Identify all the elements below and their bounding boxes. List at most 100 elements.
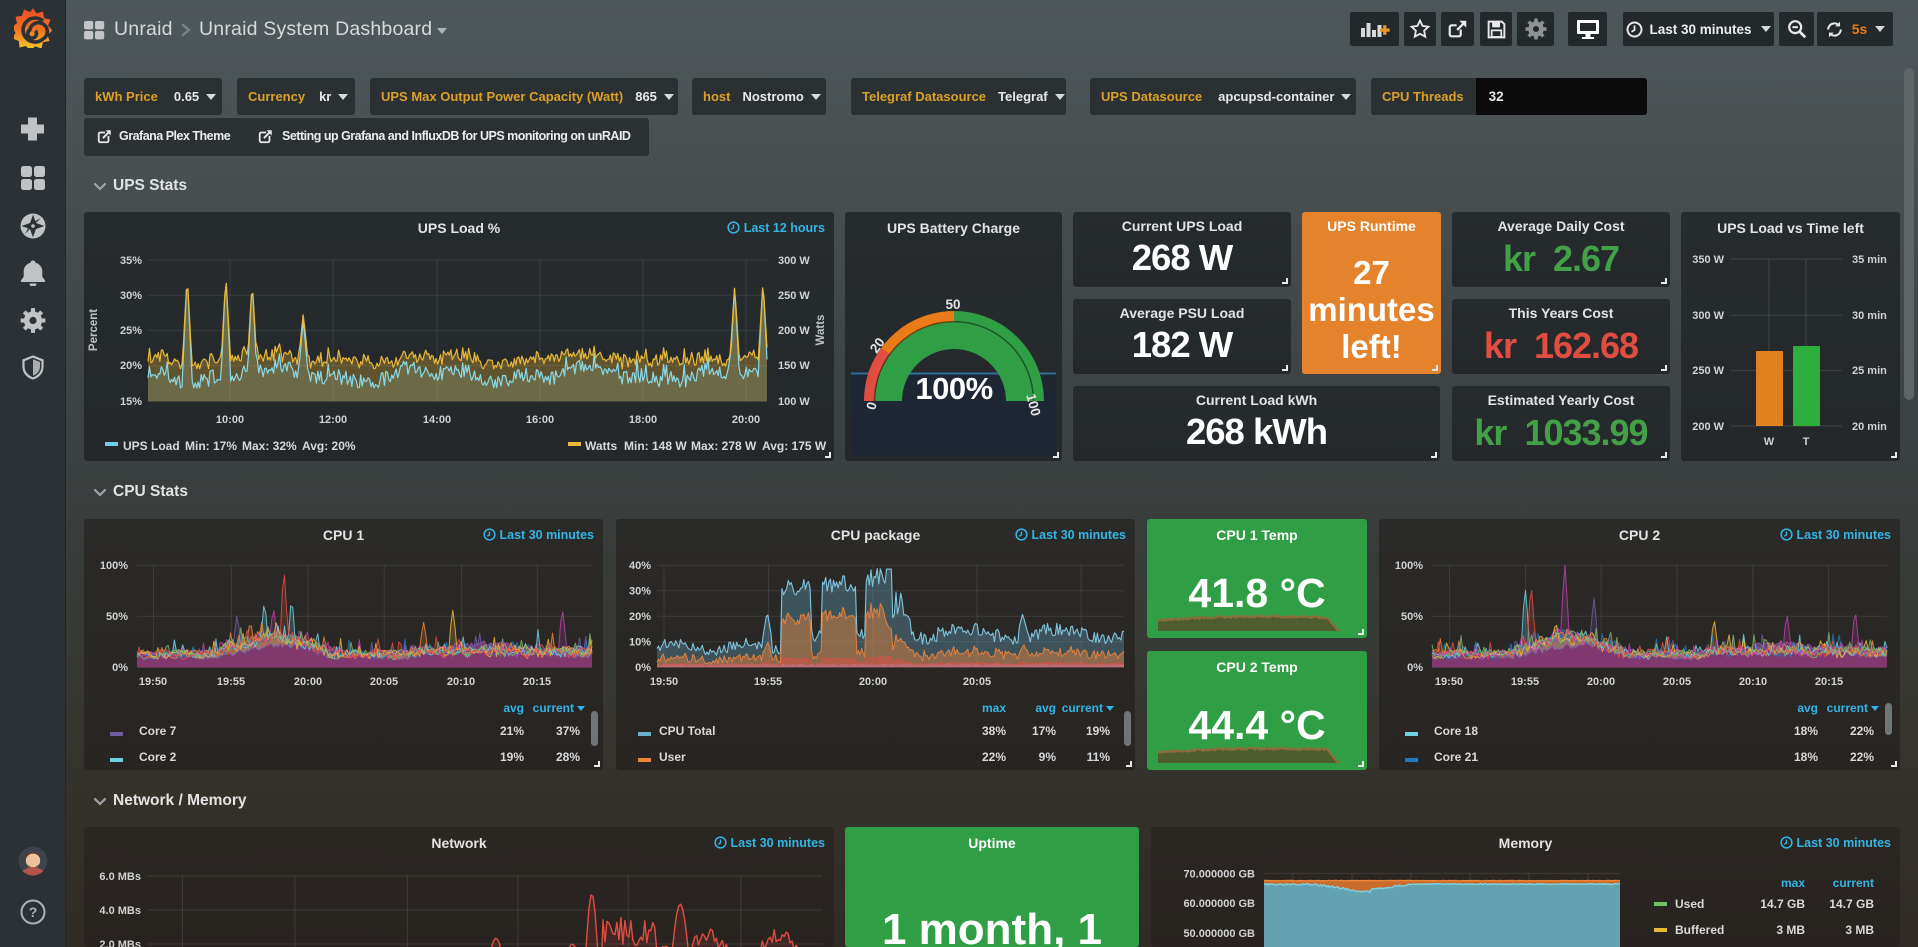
svg-text:20%: 20% xyxy=(629,611,651,623)
svg-text:UPS Load: UPS Load xyxy=(123,439,180,453)
svg-text:max: max xyxy=(1781,876,1805,890)
svg-text:25%: 25% xyxy=(120,325,142,337)
svg-text:60.000000 GB: 60.000000 GB xyxy=(1183,898,1255,910)
svg-text:Core 2: Core 2 xyxy=(139,750,177,764)
svg-text:19%: 19% xyxy=(500,750,524,764)
svg-text:35%: 35% xyxy=(120,255,142,267)
svg-text:16:00: 16:00 xyxy=(526,414,554,426)
svg-text:max: max xyxy=(982,701,1006,715)
svg-text:15%: 15% xyxy=(120,396,142,408)
svg-text:38%: 38% xyxy=(982,724,1006,738)
svg-text:20:15: 20:15 xyxy=(1815,676,1843,688)
svg-text:70.000000 GB: 70.000000 GB xyxy=(1183,869,1255,881)
svg-text:W: W xyxy=(1764,436,1775,448)
svg-text:30 min: 30 min xyxy=(1852,310,1887,322)
svg-text:14:00: 14:00 xyxy=(423,414,451,426)
svg-text:40%: 40% xyxy=(629,560,651,572)
svg-text:20:00: 20:00 xyxy=(859,676,887,688)
svg-text:50.000000 GB: 50.000000 GB xyxy=(1183,928,1255,940)
svg-text:50%: 50% xyxy=(1401,611,1423,623)
svg-text:avg: avg xyxy=(1797,701,1818,715)
svg-text:22%: 22% xyxy=(982,750,1006,764)
svg-text:10%: 10% xyxy=(629,637,651,649)
svg-text:200 W: 200 W xyxy=(1692,421,1724,433)
svg-text:19:50: 19:50 xyxy=(139,676,167,688)
svg-text:37%: 37% xyxy=(556,724,580,738)
svg-text:20:15: 20:15 xyxy=(523,676,551,688)
svg-text:14.7 GB: 14.7 GB xyxy=(1829,897,1874,911)
svg-text:Watts: Watts xyxy=(815,315,827,346)
svg-text:Max: 278 W: Max: 278 W xyxy=(691,439,757,453)
svg-text:100%: 100% xyxy=(915,371,992,406)
svg-text:19:50: 19:50 xyxy=(650,676,678,688)
svg-text:Core 21: Core 21 xyxy=(1434,750,1478,764)
svg-text:3 MB: 3 MB xyxy=(1776,923,1805,937)
svg-text:12:00: 12:00 xyxy=(319,414,347,426)
svg-text:25 min: 25 min xyxy=(1852,365,1887,377)
svg-text:11%: 11% xyxy=(1087,750,1111,764)
svg-text:Used: Used xyxy=(1675,897,1704,911)
svg-text:20:00: 20:00 xyxy=(732,414,760,426)
svg-text:17%: 17% xyxy=(1032,724,1056,738)
svg-text:Core 18: Core 18 xyxy=(1434,724,1478,738)
svg-text:10:00: 10:00 xyxy=(216,414,244,426)
svg-text:current: current xyxy=(1062,701,1103,715)
svg-text:300 W: 300 W xyxy=(778,255,810,267)
svg-text:Min: 17%: Min: 17% xyxy=(185,439,237,453)
svg-text:19:55: 19:55 xyxy=(754,676,782,688)
svg-text:22%: 22% xyxy=(1850,724,1874,738)
svg-text:28%: 28% xyxy=(556,750,580,764)
svg-text:18%: 18% xyxy=(1794,750,1818,764)
svg-text:250 W: 250 W xyxy=(1692,365,1724,377)
svg-text:Watts: Watts xyxy=(585,439,618,453)
svg-text:20:10: 20:10 xyxy=(1739,676,1767,688)
svg-text:4.0 MBs: 4.0 MBs xyxy=(99,905,141,917)
svg-text:18%: 18% xyxy=(1794,724,1818,738)
svg-text:Avg: 20%: Avg: 20% xyxy=(302,439,356,453)
svg-text:21%: 21% xyxy=(500,724,524,738)
svg-text:Avg: 175 W: Avg: 175 W xyxy=(762,439,827,453)
svg-text:20:05: 20:05 xyxy=(370,676,398,688)
svg-text:19:55: 19:55 xyxy=(217,676,245,688)
svg-text:20%: 20% xyxy=(120,360,142,372)
svg-text:35 min: 35 min xyxy=(1852,254,1887,266)
svg-text:50: 50 xyxy=(945,297,960,312)
svg-text:300 W: 300 W xyxy=(1692,310,1724,322)
svg-text:19%: 19% xyxy=(1086,724,1110,738)
svg-text:350 W: 350 W xyxy=(1692,254,1724,266)
svg-text:6.0 MBs: 6.0 MBs xyxy=(99,871,141,883)
svg-text:3 MB: 3 MB xyxy=(1845,923,1874,937)
svg-text:20 min: 20 min xyxy=(1852,421,1887,433)
svg-text:19:50: 19:50 xyxy=(1435,676,1463,688)
svg-text:200 W: 200 W xyxy=(778,325,810,337)
svg-text:19:55: 19:55 xyxy=(1511,676,1539,688)
svg-text:current: current xyxy=(533,701,574,715)
svg-text:20:05: 20:05 xyxy=(1663,676,1691,688)
svg-text:100%: 100% xyxy=(1395,560,1423,572)
svg-text:30%: 30% xyxy=(120,290,142,302)
svg-text:30%: 30% xyxy=(629,586,651,598)
svg-text:0%: 0% xyxy=(1407,662,1423,674)
svg-text:Core 7: Core 7 xyxy=(139,724,177,738)
svg-text:100 W: 100 W xyxy=(778,396,810,408)
svg-text:Min: 148 W: Min: 148 W xyxy=(624,439,687,453)
svg-text:20:10: 20:10 xyxy=(447,676,475,688)
svg-text:avg: avg xyxy=(503,701,524,715)
svg-text:Buffered: Buffered xyxy=(1675,923,1724,937)
svg-text:User: User xyxy=(659,750,686,764)
svg-text:Max: 32%: Max: 32% xyxy=(242,439,297,453)
svg-text:current: current xyxy=(1833,876,1874,890)
svg-text:18:00: 18:00 xyxy=(629,414,657,426)
svg-text:0%: 0% xyxy=(112,662,128,674)
svg-text:9%: 9% xyxy=(1039,750,1057,764)
svg-text:20:00: 20:00 xyxy=(1587,676,1615,688)
svg-text:CPU Total: CPU Total xyxy=(659,724,715,738)
svg-text:current: current xyxy=(1827,701,1868,715)
svg-text:20:00: 20:00 xyxy=(294,676,322,688)
svg-text:20:05: 20:05 xyxy=(963,676,991,688)
svg-text:100%: 100% xyxy=(100,560,128,572)
svg-text:2.0 MBs: 2.0 MBs xyxy=(99,939,141,947)
svg-text:150 W: 150 W xyxy=(778,360,810,372)
svg-text:Percent: Percent xyxy=(88,309,100,351)
svg-text:avg: avg xyxy=(1035,701,1056,715)
